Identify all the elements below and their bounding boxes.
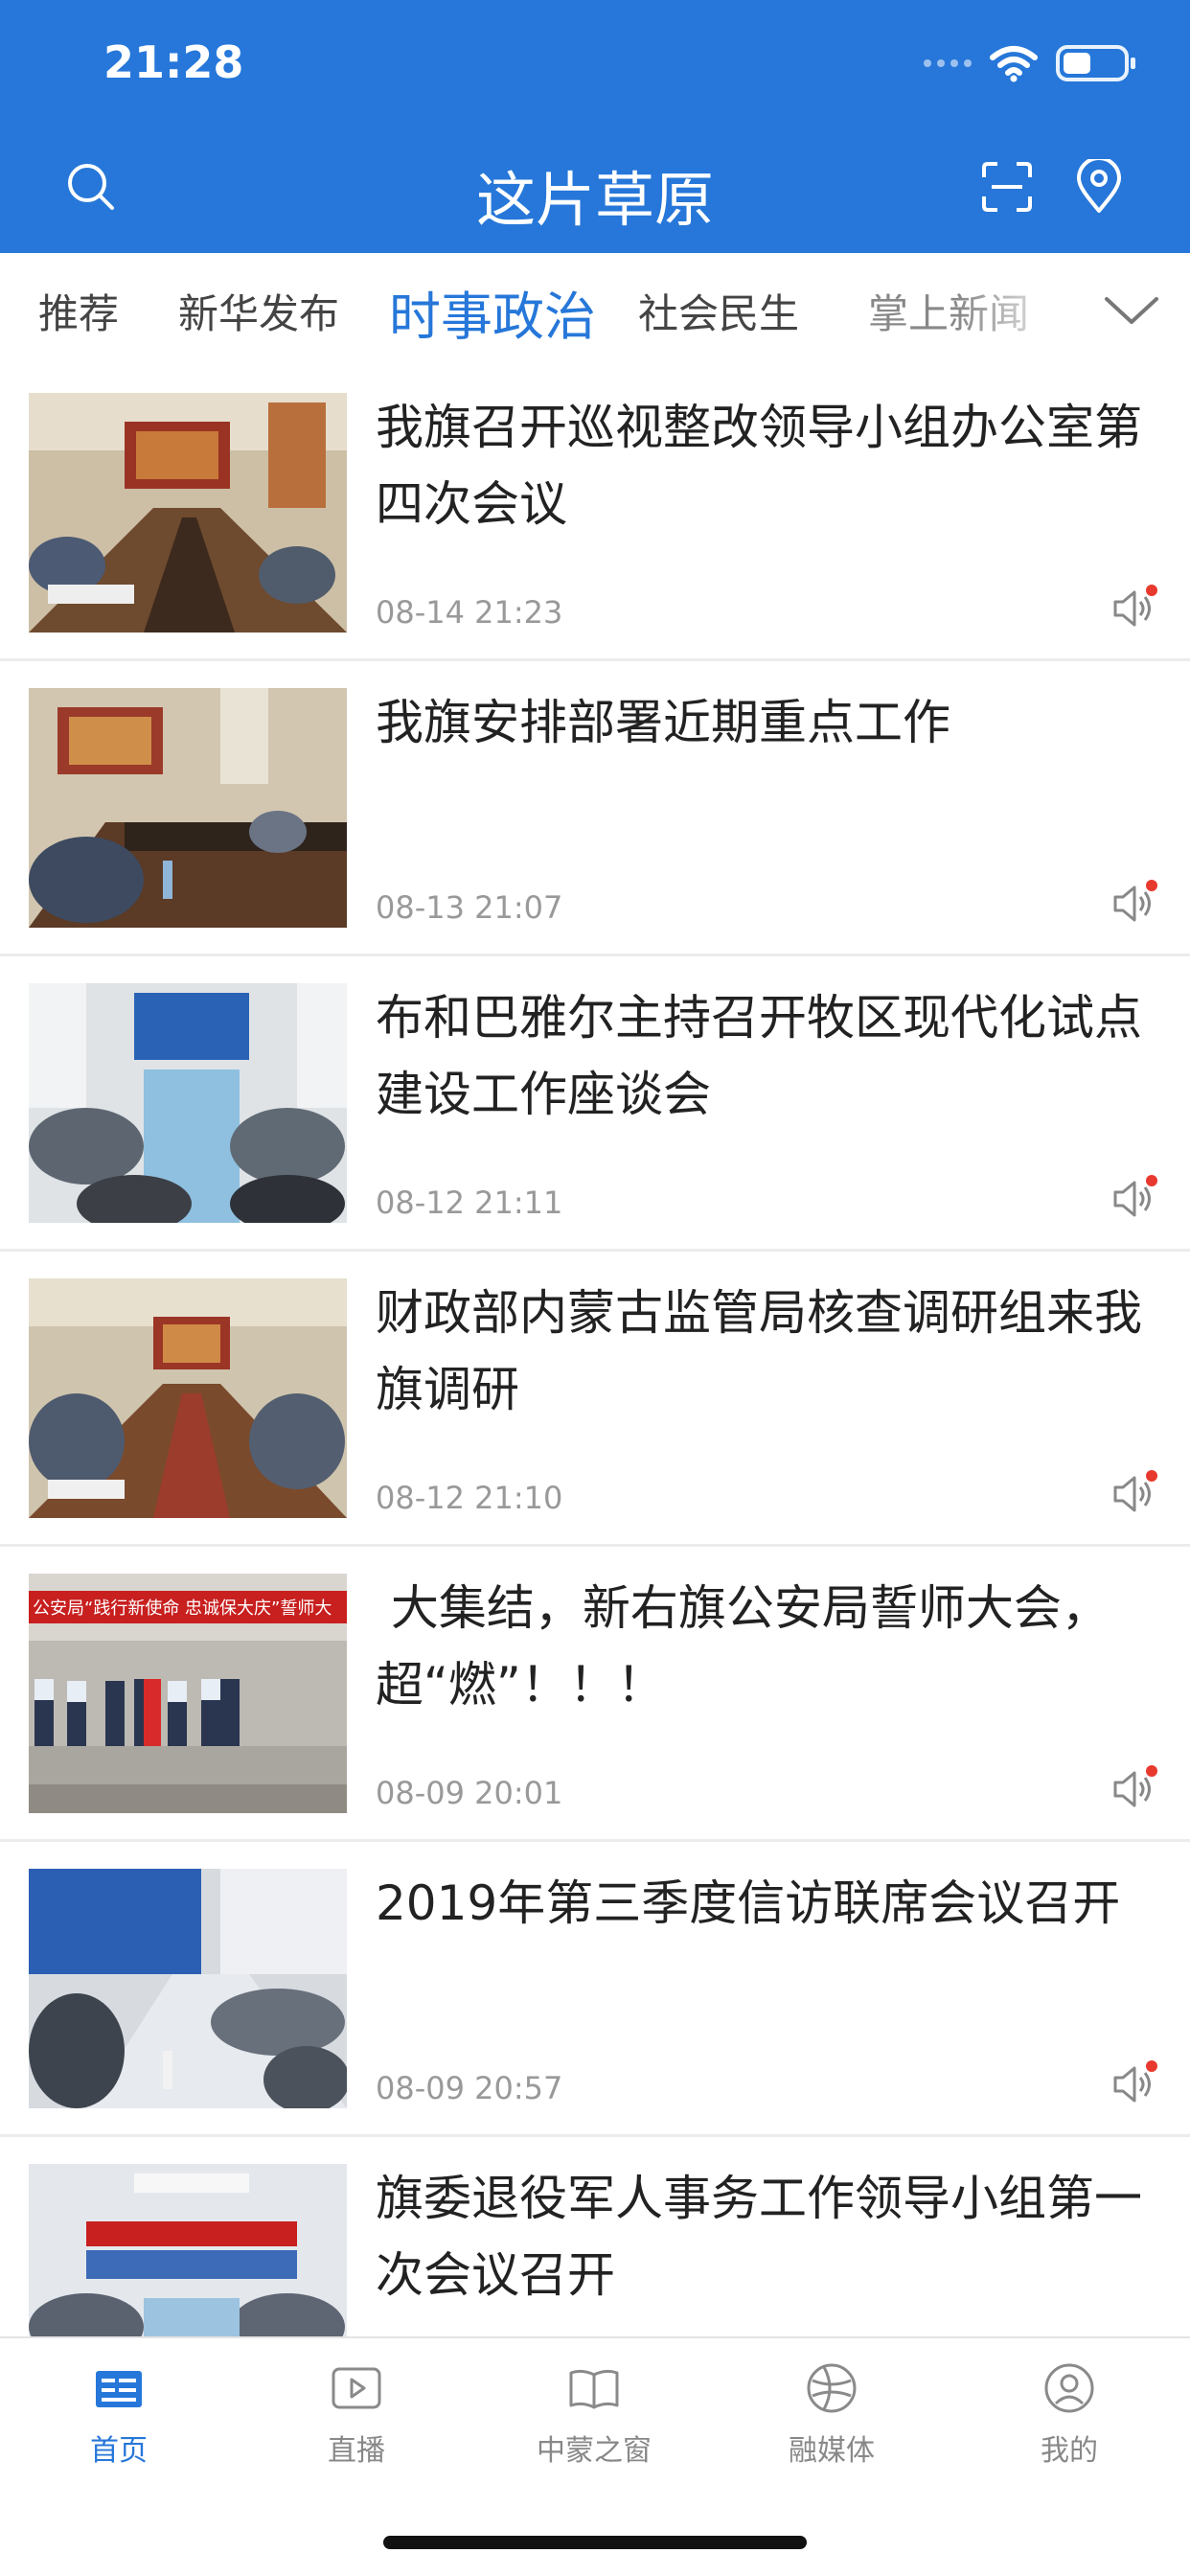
speaker-icon[interactable] bbox=[1110, 1175, 1157, 1223]
wifi-icon bbox=[990, 46, 1038, 82]
nav-home[interactable]: 首页 bbox=[33, 2359, 205, 2469]
news-thumbnail bbox=[29, 393, 347, 632]
news-item[interactable]: 我旗召开巡视整改领导小组办公室第四次会议 08-14 21:23 bbox=[0, 368, 1190, 661]
nav-mine-label: 我的 bbox=[1041, 2434, 1098, 2468]
news-thumbnail bbox=[29, 1869, 347, 2108]
nav-window-label: 中蒙之窗 bbox=[537, 2434, 652, 2468]
police-banner-text: 公安局“践行新使命 忠诚保大庆”誓师大 bbox=[33, 1598, 332, 1619]
news-time: 08-14 21:23 bbox=[376, 594, 563, 631]
news-thumbnail: 公安局“践行新使命 忠诚保大庆”誓师大 bbox=[29, 1574, 347, 1813]
news-time: 08-09 20:01 bbox=[376, 1775, 563, 1811]
news-item[interactable]: 我旗安排部署近期重点工作 08-13 21:07 bbox=[0, 663, 1190, 956]
news-title: 大集结，新右旗公安局誓师大会，超“燃”！！！ bbox=[376, 1580, 1110, 1713]
news-item[interactable]: 旗委退役军人事务工作领导小组第一次会议召开 bbox=[0, 2139, 1190, 2336]
tab-society[interactable]: 社会民生 bbox=[638, 282, 799, 340]
globe-icon bbox=[807, 2363, 857, 2413]
tab-recommend[interactable]: 推荐 bbox=[38, 282, 119, 340]
speaker-icon[interactable] bbox=[1110, 2060, 1157, 2108]
status-indicators bbox=[924, 42, 1135, 84]
news-title: 布和巴雅尔主持召开牧区现代化试点建设工作座谈会 bbox=[376, 990, 1142, 1122]
status-time: 21:28 bbox=[103, 36, 244, 88]
scan-icon[interactable] bbox=[973, 153, 1041, 220]
news-title: 我旗安排部署近期重点工作 bbox=[376, 695, 950, 750]
speaker-icon[interactable] bbox=[1110, 880, 1157, 928]
nav-mine[interactable]: 我的 bbox=[983, 2359, 1156, 2469]
chevron-down-icon[interactable] bbox=[1100, 282, 1163, 339]
speaker-icon[interactable] bbox=[1110, 1470, 1157, 1518]
play-icon bbox=[332, 2367, 381, 2409]
speaker-icon[interactable] bbox=[1110, 585, 1157, 632]
news-thumbnail bbox=[29, 1278, 347, 1518]
battery-icon bbox=[1056, 45, 1135, 81]
news-item[interactable]: 布和巴雅尔主持召开牧区现代化试点建设工作座谈会 08-12 21:11 bbox=[0, 958, 1190, 1252]
news-thumbnail bbox=[29, 2164, 347, 2336]
news-title: 旗委退役军人事务工作领导小组第一次会议召开 bbox=[376, 2171, 1142, 2303]
category-tabs: 推荐 新华发布 时事政治 社会民生 掌上新闻 bbox=[0, 253, 1190, 368]
location-icon[interactable] bbox=[1065, 153, 1133, 220]
news-time: 08-09 20:57 bbox=[376, 2070, 563, 2106]
nav-media-label: 融媒体 bbox=[789, 2434, 875, 2468]
nav-live-label: 直播 bbox=[328, 2434, 385, 2468]
news-item[interactable]: 公安局“践行新使命 忠诚保大庆”誓师大 大集结，新右旗公安局誓师大会，超“燃”！… bbox=[0, 1549, 1190, 1842]
speaker-icon[interactable] bbox=[1110, 1765, 1157, 1813]
news-time: 08-12 21:11 bbox=[376, 1184, 563, 1221]
nav-home-label: 首页 bbox=[90, 2434, 148, 2468]
signal-icon bbox=[924, 59, 972, 67]
nav-media[interactable]: 融媒体 bbox=[745, 2359, 918, 2469]
news-list: 我旗召开巡视整改领导小组办公室第四次会议 08-14 21:23 我旗安排部署近… bbox=[0, 368, 1190, 2336]
nav-live[interactable]: 直播 bbox=[270, 2359, 443, 2469]
news-title: 财政部内蒙古监管局核查调研组来我旗调研 bbox=[376, 1285, 1142, 1417]
book-icon bbox=[569, 2369, 619, 2409]
news-item[interactable]: 2019年第三季度信访联席会议召开 08-09 20:57 bbox=[0, 1844, 1190, 2137]
news-thumbnail bbox=[29, 983, 347, 1223]
tab-xinhua[interactable]: 新华发布 bbox=[178, 282, 339, 340]
app-header: 21:28 这片草原 bbox=[0, 0, 1190, 253]
news-icon bbox=[96, 2371, 142, 2407]
news-thumbnail bbox=[29, 688, 347, 928]
news-title: 我旗召开巡视整改领导小组办公室第四次会议 bbox=[376, 400, 1142, 532]
home-indicator bbox=[383, 2536, 807, 2549]
news-time: 08-12 21:10 bbox=[376, 1480, 563, 1516]
tab-politics[interactable]: 时事政治 bbox=[389, 274, 596, 350]
news-time: 08-13 21:07 bbox=[376, 889, 563, 926]
news-title: 2019年第三季度信访联席会议召开 bbox=[376, 1875, 1121, 1931]
nav-window[interactable]: 中蒙之窗 bbox=[508, 2359, 680, 2469]
user-icon bbox=[1044, 2363, 1094, 2413]
news-item[interactable]: 财政部内蒙古监管局核查调研组来我旗调研 08-12 21:10 bbox=[0, 1254, 1190, 1547]
